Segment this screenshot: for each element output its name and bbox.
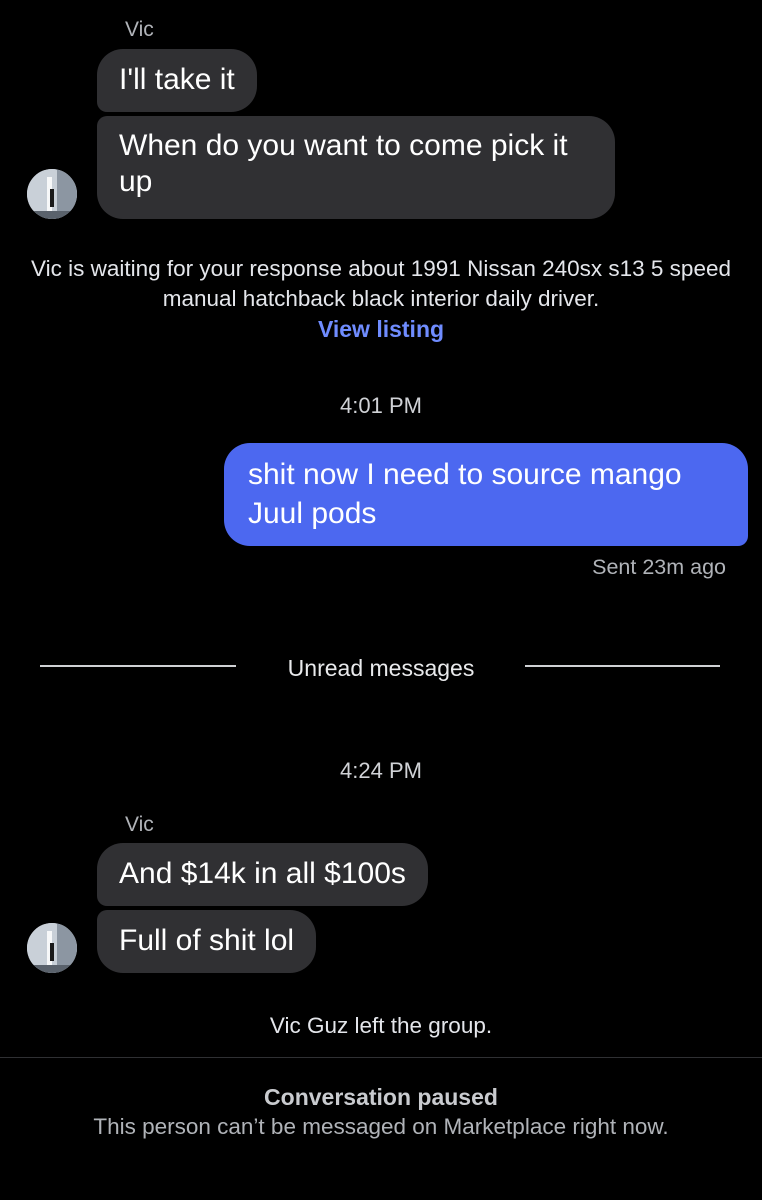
message-text: And $14k in all $100s: [119, 857, 406, 890]
incoming-message-bubble[interactable]: Full of shit lol: [97, 910, 317, 973]
outgoing-message-bubble[interactable]: shit now I need to source mango Juul pod…: [224, 443, 748, 546]
contact-avatar[interactable]: [27, 169, 77, 219]
left-group-notice: Vic Guz left the group.: [269, 1013, 493, 1038]
message-timestamp: 4:01 PM: [340, 393, 422, 418]
conversation-paused-title: Conversation paused: [264, 1084, 498, 1110]
listing-notice-text: Vic is waiting for your response about 1…: [30, 256, 731, 311]
avatar-photo-icon: [27, 169, 77, 219]
message-text: Full of shit lol: [119, 924, 295, 957]
divider-line-right: [525, 665, 720, 667]
view-listing-link[interactable]: View listing: [24, 314, 738, 344]
message-text: I'll take it: [119, 63, 235, 96]
sender-name: Vic: [125, 813, 154, 836]
message-text: shit now I need to source mango Juul pod…: [248, 458, 682, 530]
sent-status: Sent 23m ago: [592, 555, 726, 579]
contact-avatar[interactable]: [27, 923, 77, 973]
avatar-photo-icon: [27, 923, 77, 973]
footer-divider: [0, 1057, 762, 1058]
listing-waiting-notice: Vic is waiting for your response about 1…: [0, 254, 762, 344]
conversation-paused-subtitle: This person can’t be messaged on Marketp…: [93, 1114, 669, 1139]
sender-name: Vic: [125, 18, 154, 41]
unread-messages-label: Unread messages: [287, 655, 475, 681]
incoming-message-bubble[interactable]: And $14k in all $100s: [97, 843, 428, 906]
incoming-message-bubble[interactable]: When do you want to come pick it up: [97, 116, 615, 219]
message-timestamp: 4:24 PM: [340, 758, 422, 783]
incoming-message-bubble[interactable]: I'll take it: [97, 49, 257, 112]
message-text: When do you want to come pick it up: [119, 129, 568, 198]
